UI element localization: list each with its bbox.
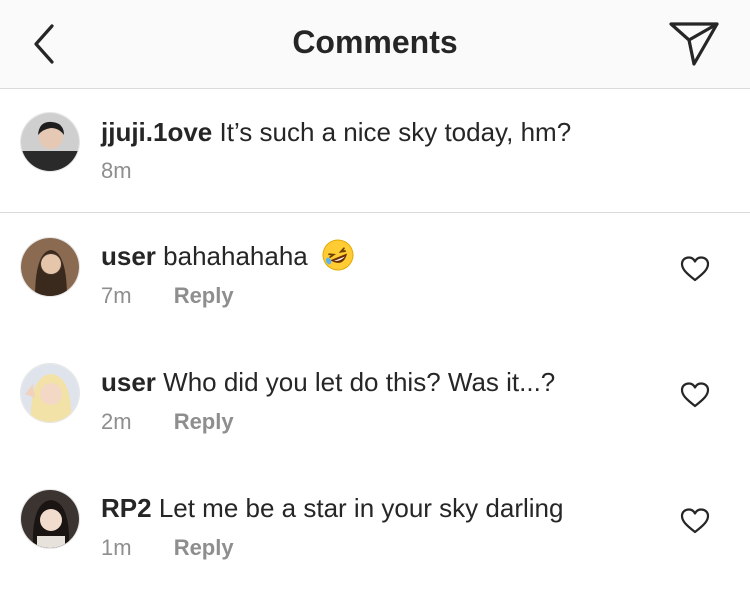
comment-timestamp: 1m [101, 535, 132, 560]
comment-timestamp: 7m [101, 283, 132, 308]
comment-text: bahahahaha [163, 241, 308, 271]
avatar[interactable] [20, 363, 80, 423]
comment-item: user bahahahaha 7m Reply [0, 213, 750, 339]
caption-text-line: jjuji.1ove It’s such a nice sky today, h… [101, 117, 571, 147]
reply-button[interactable]: Reply [174, 409, 234, 434]
comment-username[interactable]: user [101, 241, 156, 271]
caption-timestamp: 8m [101, 158, 132, 183]
comment-text-line: user Who did you let do this? Was it...? [101, 367, 555, 397]
comment-item: user Who did you let do this? Was it...?… [0, 339, 750, 465]
avatar[interactable] [20, 489, 80, 549]
header-bar: Comments [0, 0, 750, 89]
page-title: Comments [292, 24, 458, 60]
comment-username[interactable]: RP2 [101, 493, 152, 523]
like-button[interactable] [680, 255, 710, 283]
comment-text-line: user bahahahaha [101, 238, 355, 275]
post-caption: jjuji.1ove It’s such a nice sky today, h… [0, 89, 750, 213]
caption-text: It’s such a nice sky today, hm? [219, 117, 572, 147]
avatar[interactable] [20, 237, 80, 297]
comment-item: RP2 Let me be a star in your sky darling… [0, 465, 750, 591]
share-button[interactable] [668, 20, 720, 68]
comment-timestamp: 2m [101, 409, 132, 434]
comment-meta: 2m Reply [101, 409, 234, 435]
comment-meta: 1m Reply [101, 535, 234, 561]
comment-text: Who did you let do this? Was it...? [163, 367, 556, 397]
heart-icon [680, 508, 710, 534]
paper-plane-icon [669, 22, 719, 66]
reply-button[interactable]: Reply [174, 535, 234, 560]
comment-text: Let me be a star in your sky darling [158, 493, 564, 523]
heart-icon [680, 382, 710, 408]
avatar[interactable] [20, 112, 80, 172]
like-button[interactable] [680, 381, 710, 409]
caption-username[interactable]: jjuji.1ove [101, 117, 212, 147]
comment-text-line: RP2 Let me be a star in your sky darling [101, 493, 563, 523]
heart-icon [680, 256, 710, 282]
comment-meta: 7m Reply [101, 283, 234, 309]
reply-button[interactable]: Reply [174, 283, 234, 308]
caption-meta: 8m [101, 158, 132, 184]
rolling-on-floor-laughing-emoji [321, 238, 355, 272]
like-button[interactable] [680, 507, 710, 535]
comment-username[interactable]: user [101, 367, 156, 397]
